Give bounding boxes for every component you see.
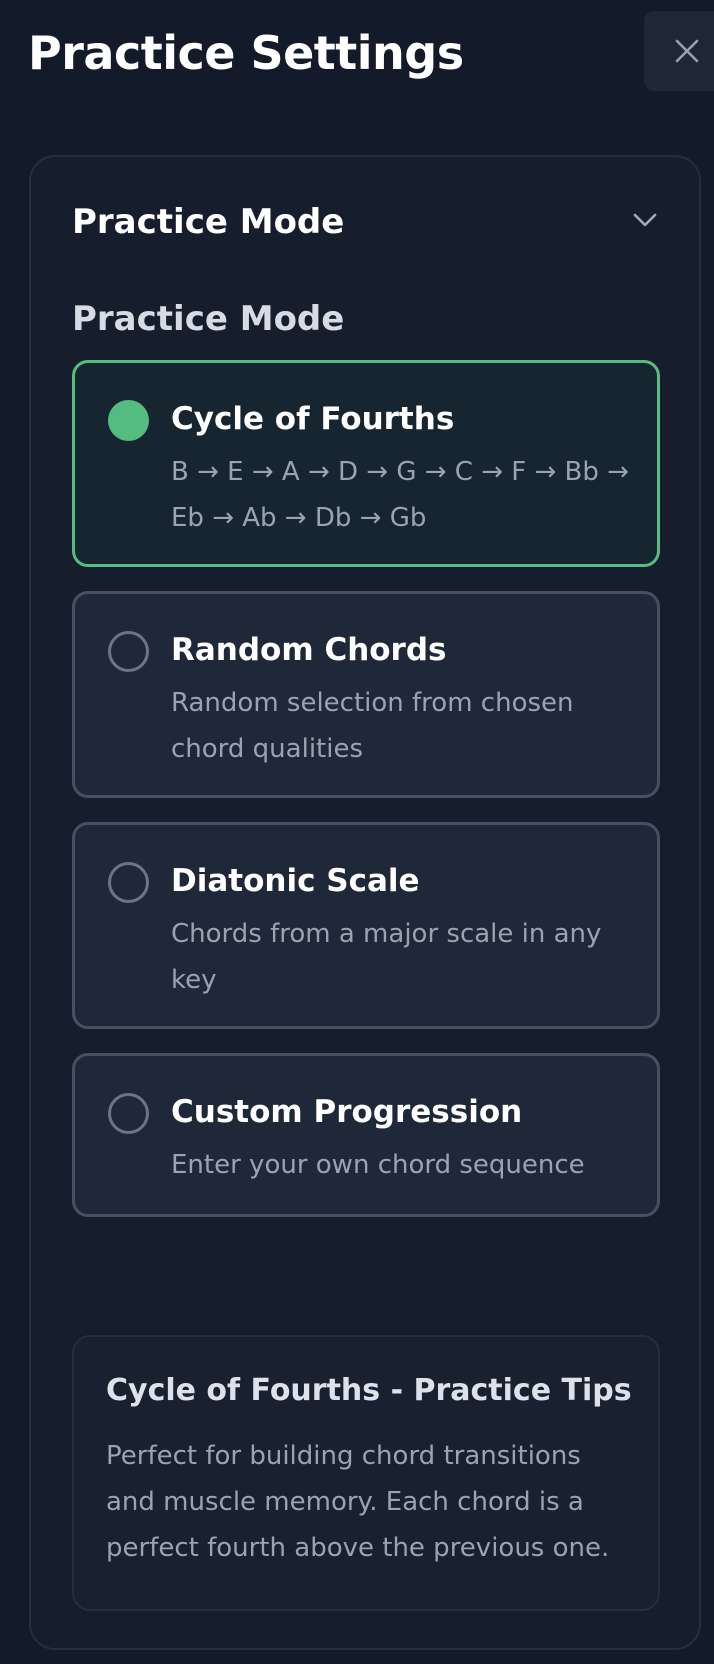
- practice-mode-label: Practice Mode: [72, 299, 345, 339]
- practice-settings-page: Practice Settings Practice Mode Practice…: [0, 0, 714, 1664]
- option-cycle-of-fourths[interactable]: Cycle of Fourths B → E → A → D → G → C →…: [72, 360, 660, 567]
- option-title: Cycle of Fourths: [171, 401, 455, 437]
- tips-body: Perfect for building chord transitions a…: [106, 1441, 610, 1563]
- radio-unselected[interactable]: [108, 862, 149, 903]
- practice-mode-section-toggle[interactable]: Practice Mode: [72, 197, 658, 247]
- page-title: Practice Settings: [28, 26, 464, 80]
- radio-selected[interactable]: [108, 400, 149, 441]
- option-description: Random selection from chosen chord quali…: [171, 688, 574, 764]
- chevron-down-icon: [633, 213, 657, 227]
- option-title: Custom Progression: [171, 1094, 523, 1130]
- option-custom-progression[interactable]: Custom Progression Enter your own chord …: [72, 1053, 660, 1217]
- section-title: Practice Mode: [72, 202, 345, 242]
- option-diatonic-scale[interactable]: Diatonic Scale Chords from a major scale…: [72, 822, 660, 1029]
- radio-unselected[interactable]: [108, 1093, 149, 1134]
- practice-tips-card: Cycle of Fourths - Practice Tips Perfect…: [72, 1335, 660, 1611]
- radio-unselected[interactable]: [108, 631, 149, 672]
- option-description: Chords from a major scale in any key: [171, 919, 602, 995]
- close-button[interactable]: [644, 11, 714, 91]
- option-description: Enter your own chord sequence: [171, 1150, 585, 1180]
- close-icon: [675, 39, 699, 63]
- option-description: B → E → A → D → G → C → F → Bb → Eb → Ab…: [171, 457, 629, 533]
- option-random-chords[interactable]: Random Chords Random selection from chos…: [72, 591, 660, 798]
- tips-title: Cycle of Fourths - Practice Tips: [106, 1373, 632, 1408]
- practice-mode-panel: Practice Mode Practice Mode Cycle of Fou…: [29, 155, 701, 1650]
- option-title: Diatonic Scale: [171, 863, 420, 899]
- option-title: Random Chords: [171, 632, 447, 668]
